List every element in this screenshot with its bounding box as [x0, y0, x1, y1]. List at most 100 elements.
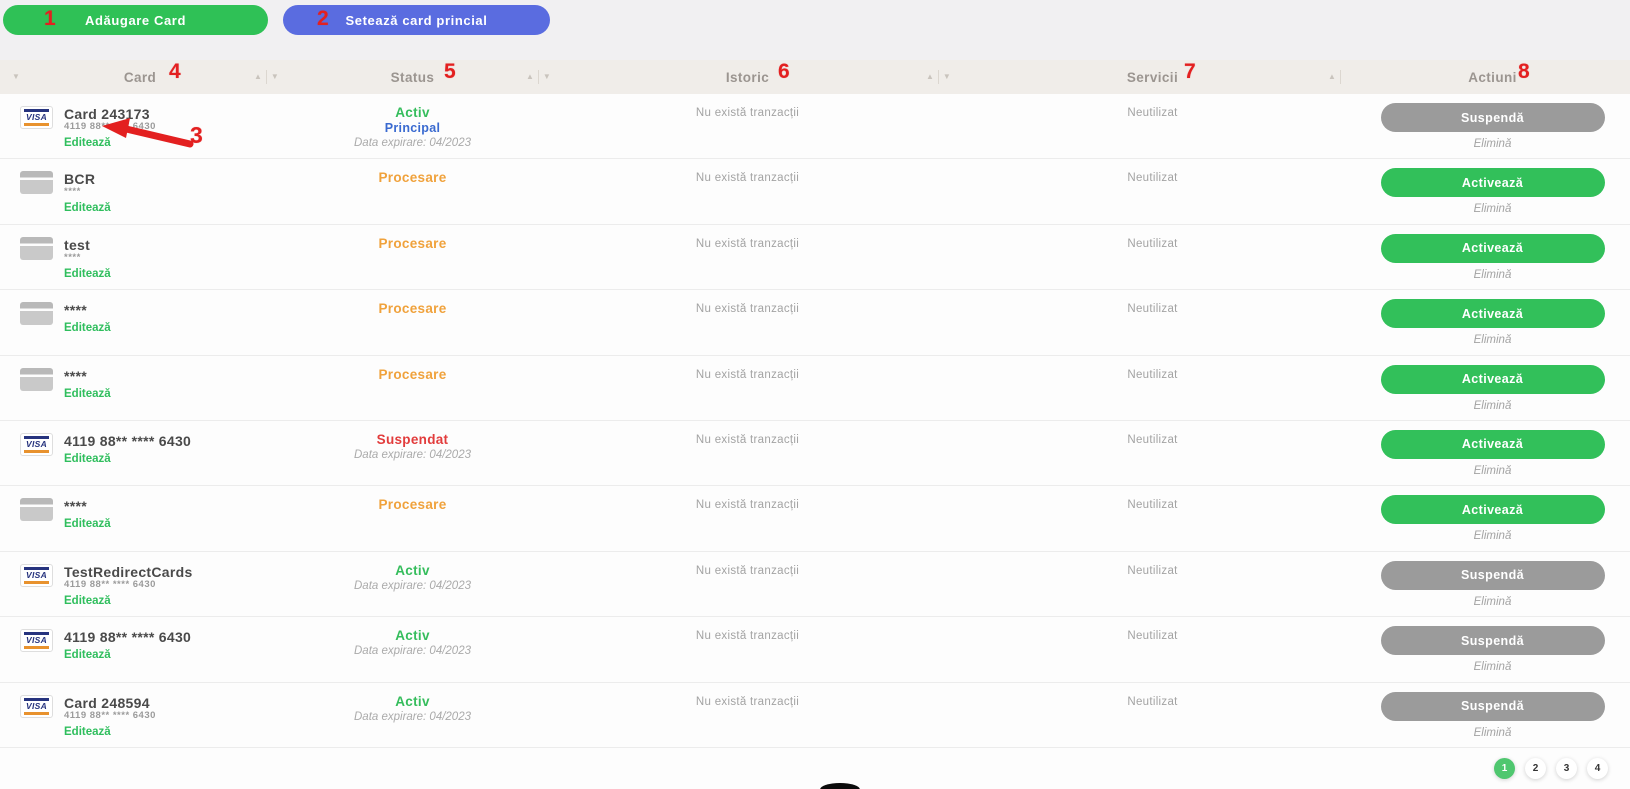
sorter-card: ▲ ▼: [250, 69, 283, 85]
toolbar: Adăugare Card Setează card princial: [0, 0, 1630, 60]
expiry-date: Data expirare: 04/2023: [280, 645, 545, 659]
action-button[interactable]: Activează: [1381, 365, 1605, 394]
card-cell: **** Editează: [0, 356, 280, 420]
card-text-block: **** Editează: [64, 302, 111, 354]
action-button[interactable]: Activează: [1381, 495, 1605, 524]
column-header-status[interactable]: Status: [280, 70, 545, 85]
edit-card-link[interactable]: Editează: [64, 595, 111, 608]
column-header-istoric[interactable]: Istoric: [545, 70, 950, 85]
services-text: Neutilizat: [1127, 303, 1177, 315]
edit-card-link[interactable]: Editează: [64, 453, 111, 466]
remove-card-link[interactable]: Elimină: [1355, 400, 1630, 412]
remove-card-link[interactable]: Elimină: [1355, 661, 1630, 673]
history-text: Nu există tranzacții: [696, 434, 799, 446]
status-text: Procesare: [280, 497, 545, 513]
visa-orange-stripe: [24, 450, 49, 453]
remove-card-link[interactable]: Elimină: [1355, 530, 1630, 542]
history-text: Nu există tranzacții: [696, 238, 799, 250]
edit-card-link[interactable]: Editează: [64, 649, 111, 662]
sort-asc-icon[interactable]: ▲: [522, 73, 538, 81]
sort-asc-icon[interactable]: ▲: [1324, 73, 1340, 81]
remove-card-link[interactable]: Elimină: [1355, 465, 1630, 477]
sort-desc-icon[interactable]: ▼: [939, 73, 955, 81]
services-text: Neutilizat: [1127, 172, 1177, 184]
visa-card-icon: VISA: [20, 695, 53, 718]
history-text: Nu există tranzacții: [696, 369, 799, 381]
card-title: test: [64, 237, 111, 253]
sort-desc-icon[interactable]: ▼: [267, 73, 283, 81]
visa-card-icon: VISA: [20, 433, 53, 456]
column-header-servicii[interactable]: Servicii: [950, 70, 1355, 85]
status-text: Activ: [280, 694, 545, 710]
pagination-page-button[interactable]: 4: [1587, 758, 1608, 779]
action-button[interactable]: Activează: [1381, 299, 1605, 328]
edit-card-link[interactable]: Editează: [64, 388, 111, 401]
actions-cell: Activează Elimină: [1355, 421, 1630, 485]
status-cell: Activ Data expirare: 04/2023: [280, 683, 545, 747]
visa-card-icon: VISA: [20, 629, 53, 652]
column-header-card[interactable]: Card: [0, 70, 280, 85]
remove-card-link[interactable]: Elimină: [1355, 334, 1630, 346]
sort-asc-icon[interactable]: ▲: [250, 73, 266, 81]
card-title: 4119 88** **** 6430: [64, 629, 191, 645]
sort-desc-icon[interactable]: ▼: [539, 73, 555, 81]
action-button[interactable]: Suspendă: [1381, 103, 1605, 132]
services-cell: Neutilizat: [950, 290, 1355, 354]
status-text: Activ: [280, 628, 545, 644]
annotation-5: 5: [444, 61, 456, 82]
history-cell: Nu există tranzacții: [545, 683, 950, 747]
generic-card-icon: [20, 171, 53, 194]
card-cell: VISA 4119 88** **** 6430 Editează: [0, 421, 280, 485]
edit-card-link[interactable]: Editează: [64, 322, 111, 335]
actions-cell: Suspendă Elimină: [1355, 617, 1630, 681]
status-cell: Procesare: [280, 356, 545, 420]
edit-card-link[interactable]: Editează: [64, 726, 111, 739]
edit-card-link[interactable]: Editează: [64, 518, 111, 531]
pagination-page-button[interactable]: 1: [1494, 758, 1515, 779]
status-text: Procesare: [280, 236, 545, 252]
status-cell: Suspendat Data expirare: 04/2023: [280, 421, 545, 485]
remove-card-link[interactable]: Elimină: [1355, 138, 1630, 150]
services-cell: Neutilizat: [950, 159, 1355, 223]
history-cell: Nu există tranzacții: [545, 617, 950, 681]
column-header-actiuni[interactable]: Actiuni: [1355, 70, 1630, 85]
pagination-page-button[interactable]: 2: [1525, 758, 1546, 779]
visa-orange-stripe: [24, 712, 49, 715]
status-text: Activ: [280, 105, 545, 121]
status-cell: Activ Principal Data expirare: 04/2023: [280, 94, 545, 158]
actions-cell: Activează Elimină: [1355, 486, 1630, 550]
remove-card-link[interactable]: Elimină: [1355, 727, 1630, 739]
card-cell: BCR **** Editează: [0, 159, 280, 223]
pagination-page-button[interactable]: 3: [1556, 758, 1577, 779]
sorter-servicii: ▲: [1324, 69, 1341, 85]
action-button[interactable]: Suspendă: [1381, 561, 1605, 590]
add-card-button[interactable]: Adăugare Card: [3, 5, 268, 35]
remove-card-link[interactable]: Elimină: [1355, 269, 1630, 281]
table-row: test **** Editează Procesare Nu există t…: [0, 225, 1630, 290]
action-button[interactable]: Suspendă: [1381, 626, 1605, 655]
card-text-block: 4119 88** **** 6430 Editează: [64, 629, 191, 681]
history-text: Nu există tranzacții: [696, 630, 799, 642]
remove-card-link[interactable]: Elimină: [1355, 596, 1630, 608]
services-text: Neutilizat: [1127, 499, 1177, 511]
action-button[interactable]: Activează: [1381, 234, 1605, 263]
services-text: Neutilizat: [1127, 630, 1177, 642]
actions-cell: Activează Elimină: [1355, 225, 1630, 289]
services-text: Neutilizat: [1127, 696, 1177, 708]
card-subtitle: 4119 88** **** 6430: [64, 580, 193, 591]
action-button[interactable]: Activează: [1381, 168, 1605, 197]
services-cell: Neutilizat: [950, 421, 1355, 485]
sort-asc-icon[interactable]: ▲: [922, 73, 938, 81]
principal-badge: Principal: [280, 121, 545, 136]
filter-icon[interactable]: ▼: [12, 72, 20, 81]
services-text: Neutilizat: [1127, 369, 1177, 381]
visa-card-icon: VISA: [20, 564, 53, 587]
edit-card-link[interactable]: Editează: [64, 202, 111, 215]
history-cell: Nu există tranzacții: [545, 94, 950, 158]
action-button[interactable]: Activează: [1381, 430, 1605, 459]
action-button[interactable]: Suspendă: [1381, 692, 1605, 721]
table-row: BCR **** Editează Procesare Nu există tr…: [0, 159, 1630, 224]
status-cell: Activ Data expirare: 04/2023: [280, 552, 545, 616]
edit-card-link[interactable]: Editează: [64, 268, 111, 281]
remove-card-link[interactable]: Elimină: [1355, 203, 1630, 215]
